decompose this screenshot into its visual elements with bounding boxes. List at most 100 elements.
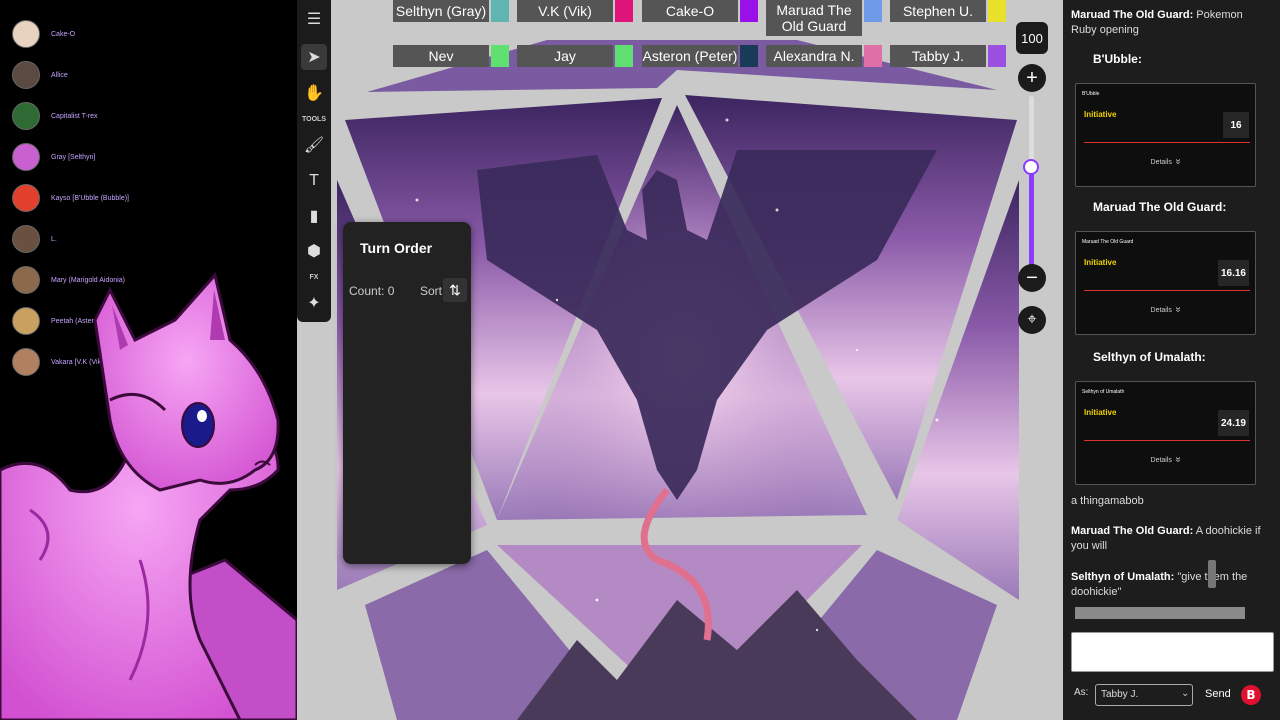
player-color-swatch[interactable]	[864, 0, 882, 22]
zoom-level-display[interactable]: 100	[1016, 22, 1048, 54]
avatar	[12, 61, 40, 89]
roll-card-name: Selthyn of Umalath	[1082, 389, 1125, 395]
player-color-swatch[interactable]	[864, 45, 882, 67]
chat-message: Maruad The Old Guard: A doohickie if you…	[1071, 524, 1267, 554]
dice-icon[interactable]: ⬢	[301, 238, 327, 264]
player-slot[interactable]: Stephen U.	[890, 0, 986, 22]
avatar	[12, 225, 40, 253]
select-tool-icon[interactable]: ➤	[301, 44, 327, 70]
player-slot[interactable]: Jay	[517, 45, 613, 67]
chat-author: Maruad The Old Guard:	[1071, 525, 1194, 537]
viewer-item: Capitalist T-rex	[12, 99, 98, 133]
roll-header: B'Ubble:	[1093, 52, 1142, 66]
details-toggle[interactable]: Details»	[1076, 454, 1255, 465]
viewer-item: L.	[12, 222, 57, 256]
viewer-name: Gray [Selthyn]	[51, 153, 96, 161]
player-slot[interactable]: Tabby J.	[890, 45, 986, 67]
pan-hand-icon[interactable]: ✋	[301, 80, 327, 106]
initiative-label: Initiative	[1084, 110, 1117, 119]
player-slot[interactable]: Nev	[393, 45, 489, 67]
chat-scrollbar[interactable]	[1208, 560, 1216, 588]
viewer-item: Kayso [B'Ubble (Bubble)]	[12, 181, 129, 215]
menu-icon[interactable]: ☰	[301, 6, 327, 32]
initiative-label: Initiative	[1084, 408, 1117, 417]
roll-result: 16	[1223, 112, 1249, 138]
details-label: Details	[1150, 159, 1172, 166]
roll-card-name: Maruad The Old Guard	[1082, 239, 1134, 245]
double-chevron-down-icon: »	[1172, 306, 1184, 313]
player-color-swatch[interactable]	[615, 0, 633, 22]
chat-input[interactable]	[1071, 632, 1274, 672]
player-slot[interactable]: Selthyn (Gray)	[393, 0, 489, 22]
player-slot[interactable]: V.K (Vik)	[517, 0, 613, 22]
text-tool-icon[interactable]: T	[301, 168, 327, 194]
roll-card: Maruad The Old Guard Initiative 16.16 Detai…	[1075, 231, 1256, 335]
chat-message: Maruad The Old Guard: Pokemon Ruby openi…	[1071, 8, 1267, 38]
stream-overlay: Cake-O Allice Capitalist T-rex Gray [Selthy…	[0, 0, 297, 720]
double-chevron-down-icon: »	[1172, 456, 1184, 463]
chat-message: a thingamabob	[1071, 495, 1144, 507]
avatar	[12, 102, 40, 130]
as-label: As:	[1074, 687, 1089, 698]
player-slot[interactable]: Asteron (Peter)	[642, 45, 738, 67]
roll-divider	[1084, 290, 1250, 291]
chat-panel: Maruad The Old Guard: Pokemon Ruby openi…	[1063, 0, 1280, 720]
avatar	[12, 184, 40, 212]
player-color-swatch[interactable]	[740, 45, 758, 67]
roll-header: Maruad The Old Guard:	[1093, 200, 1227, 214]
magic-wand-icon[interactable]: ✦	[301, 290, 327, 316]
player-color-swatch[interactable]	[740, 0, 758, 22]
avatar	[12, 20, 40, 48]
tools-label: TOOLS	[302, 116, 326, 123]
viewer-name: Cake-O	[51, 30, 76, 38]
player-color-swatch[interactable]	[491, 45, 509, 67]
chat-author: Selthyn of Umalath:	[1071, 571, 1175, 583]
zoom-in-button[interactable]: +	[1018, 64, 1046, 92]
chat-author: Maruad The Old Guard:	[1071, 9, 1194, 21]
viewer-name: Kayso [B'Ubble (Bubble)]	[51, 194, 129, 202]
player-color-swatch[interactable]	[491, 0, 509, 22]
vtt-screen: Cake-O Allice Capitalist T-rex Gray [Selthy…	[0, 0, 1280, 720]
dragon-character-art	[0, 271, 297, 720]
roll-divider	[1084, 142, 1250, 143]
chat-message: Selthyn of Umalath: "give them the doohi…	[1071, 570, 1267, 600]
brand-logo-icon[interactable]: B	[1241, 685, 1261, 705]
avatar	[12, 143, 40, 171]
player-color-swatch[interactable]	[988, 0, 1006, 22]
chevron-down-icon: ⌄	[1181, 688, 1190, 699]
viewer-name: Allice	[51, 71, 68, 79]
viewer-item: Cake-O	[12, 17, 75, 51]
turn-order-panel[interactable]: Turn Order Count: 0 Sort ⇅	[343, 222, 471, 564]
details-label: Details	[1150, 307, 1172, 314]
ruler-icon[interactable]: ▮	[301, 203, 327, 229]
fx-label: FX	[309, 274, 319, 281]
viewer-name: L.	[51, 235, 57, 243]
details-toggle[interactable]: Details»	[1076, 304, 1255, 315]
double-chevron-down-icon: »	[1172, 158, 1184, 165]
initiative-label: Initiative	[1084, 258, 1117, 267]
zoom-slider-track[interactable]	[1029, 96, 1034, 266]
roll-header: Selthyn of Umalath:	[1093, 350, 1206, 364]
sort-icon[interactable]: ⇅	[443, 278, 467, 302]
player-slot[interactable]: Alexandra N.	[766, 45, 862, 67]
recenter-icon[interactable]: ⌖	[1018, 306, 1046, 334]
roll-card: B'Ubble Initiative 16 Details»	[1075, 83, 1256, 187]
chat-horizontal-scrollbar[interactable]	[1075, 607, 1245, 619]
viewer-item: Allice	[12, 58, 68, 92]
roll-result: 16.16	[1217, 260, 1249, 286]
zoom-slider-fill	[1029, 167, 1034, 266]
turn-order-title: Turn Order	[360, 240, 433, 256]
player-color-swatch[interactable]	[988, 45, 1006, 67]
roll-divider	[1084, 440, 1250, 441]
player-color-swatch[interactable]	[615, 45, 633, 67]
roll-card-name: B'Ubble	[1082, 91, 1100, 97]
send-button[interactable]: Send	[1205, 688, 1231, 700]
details-toggle[interactable]: Details»	[1076, 156, 1255, 167]
player-slot[interactable]: Maruad The Old Guard	[766, 0, 862, 36]
sort-label[interactable]: Sort	[420, 284, 442, 298]
brush-icon[interactable]: 🖌	[301, 132, 327, 158]
zoom-out-button[interactable]: −	[1018, 264, 1046, 292]
speak-as-select[interactable]: Tabby J.	[1095, 684, 1193, 706]
player-slot[interactable]: Cake-O	[642, 0, 738, 22]
turn-count: Count: 0	[349, 284, 395, 298]
